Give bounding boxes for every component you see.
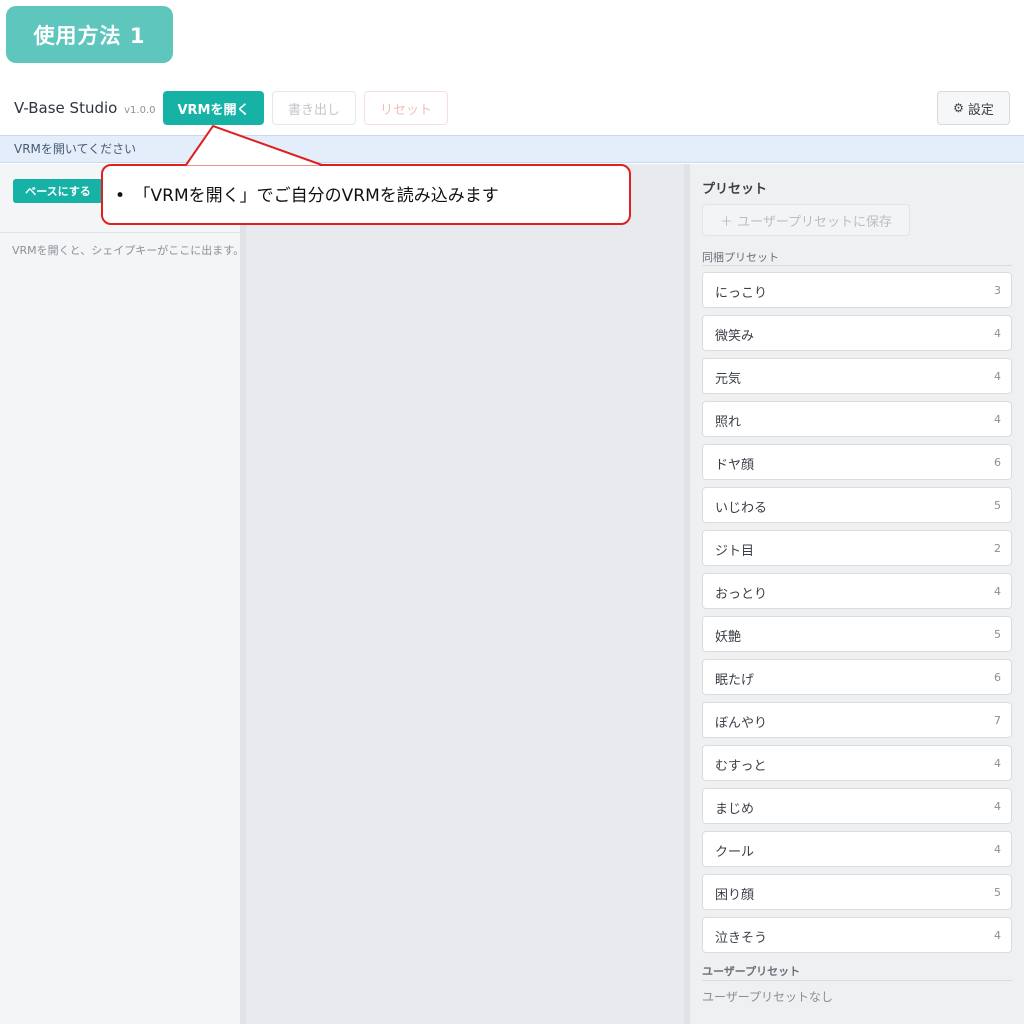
preset-item[interactable]: にっこり 3 [702,272,1012,308]
app-name: V-Base Studio [14,99,118,117]
tutorial-step-badge: 使用方法 1 [6,6,173,63]
divider [702,980,1012,981]
preset-item[interactable]: おっとり 4 [702,573,1012,609]
preset-item[interactable]: 泣きそう 4 [702,917,1012,953]
preset-panel: プリセット ＋ ユーザープリセットに保存 同梱プリセット にっこり 3 微笑み 4 … [690,164,1024,1024]
shape-key-hint: VRMを開くと、シェイプキーがここに出ます。 [12,244,245,257]
preset-item[interactable]: まじめ 4 [702,788,1012,824]
preset-item[interactable]: 妖艶 5 [702,616,1012,652]
preset-count: 4 [994,800,1001,813]
preset-name: 困り顔 [715,888,755,903]
preset-count: 5 [994,499,1001,512]
preset-name: 照れ [715,415,742,430]
settings-label: 設定 [967,102,994,118]
user-presets-heading: ユーザープリセット [702,965,801,978]
preset-item[interactable]: いじわる 5 [702,487,1012,523]
bundled-presets-heading: 同梱プリセット [702,251,779,264]
toolbar: V-Base Studio v1.0.0 VRMを開く 書き出し リセット ⚙ … [0,88,1024,134]
user-presets-empty: ユーザープリセットなし [702,990,834,1004]
preset-name: 泣きそう [715,931,768,946]
preset-item[interactable]: ドヤ顔 6 [702,444,1012,480]
preset-name: いじわる [715,501,768,516]
preset-name: ドヤ顔 [715,458,755,473]
preset-count: 4 [994,370,1001,383]
preset-count: 7 [994,714,1001,727]
preset-count: 6 [994,671,1001,684]
preset-name: 微笑み [715,329,755,344]
reset-button[interactable]: リセット [364,91,448,125]
gear-icon: ⚙ [953,101,964,115]
preset-count: 2 [994,542,1001,555]
save-user-preset-button[interactable]: ＋ ユーザープリセットに保存 [702,204,910,236]
preset-name: 元気 [715,372,742,387]
preset-name: クール [715,845,755,860]
preset-item[interactable]: クール 4 [702,831,1012,867]
preset-item[interactable]: 眠たげ 6 [702,659,1012,695]
preset-item[interactable]: 照れ 4 [702,401,1012,437]
app-title: V-Base Studio v1.0.0 [14,99,156,117]
app-version: v1.0.0 [124,105,156,116]
preset-count: 3 [994,284,1001,297]
shape-key-panel: ベースにする VRMを開くと、シェイプキーがここに出ます。 [0,164,244,1024]
preset-count: 5 [994,886,1001,899]
preset-count: 6 [994,456,1001,469]
preset-name: 眠たげ [715,673,755,688]
preset-count: 4 [994,929,1001,942]
preset-name: むすっと [715,759,767,774]
preset-item[interactable]: 微笑み 4 [702,315,1012,351]
preset-item[interactable]: ジト目 2 [702,530,1012,566]
preset-count: 4 [994,327,1001,340]
preset-count: 4 [994,757,1001,770]
preset-count: 5 [994,628,1001,641]
preset-name: ジト目 [715,544,755,559]
preset-name: まじめ [715,802,755,817]
preset-item[interactable]: ぼんやり 7 [702,702,1012,738]
callout-text: • 「VRMを開く」でご自分のVRMを読み込みます [115,186,499,206]
preset-count: 4 [994,413,1001,426]
preset-count: 4 [994,585,1001,598]
preset-panel-title: プリセット [702,182,768,197]
export-button[interactable]: 書き出し [272,91,356,125]
settings-button[interactable]: ⚙ 設定 [937,91,1010,125]
preset-item[interactable]: むすっと 4 [702,745,1012,781]
3d-viewport[interactable] [246,164,684,1024]
divider [702,265,1012,266]
open-vrm-button[interactable]: VRMを開く [163,91,264,125]
preset-name: ぼんやり [715,716,768,731]
preset-count: 4 [994,843,1001,856]
status-bar: VRMを開いてください [0,135,1024,163]
preset-name: にっこり [715,286,768,301]
preset-item[interactable]: 元気 4 [702,358,1012,394]
preset-item[interactable]: 困り顔 5 [702,874,1012,910]
preset-name: 妖艶 [715,630,742,645]
callout-box: • 「VRMを開く」でご自分のVRMを読み込みます [101,164,631,225]
set-base-button[interactable]: ベースにする [13,179,103,203]
preset-name: おっとり [715,587,768,602]
divider [0,232,240,233]
